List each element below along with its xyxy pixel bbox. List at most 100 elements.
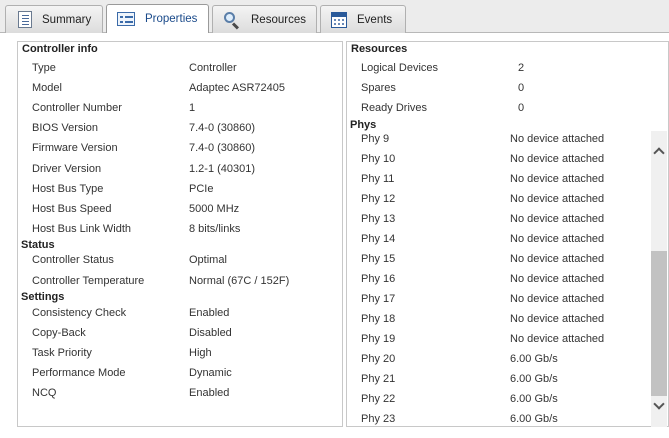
phy-row: Phy 16 No device attached xyxy=(361,269,661,289)
controller-info-value: 8 bits/links xyxy=(189,222,241,235)
phys-scrollbar[interactable] xyxy=(651,131,667,427)
phy-row: Phy 14 No device attached xyxy=(361,229,661,249)
search-icon xyxy=(223,11,241,30)
status-title: Status xyxy=(21,239,58,251)
tab-properties[interactable]: Properties xyxy=(106,4,209,33)
controller-info-value: 1 xyxy=(189,102,196,115)
controller-info-row: Host Bus Speed 5000 MHz xyxy=(32,199,332,219)
controller-info-value: 7.4-0 (30860) xyxy=(189,122,256,135)
phy-value: No device attached xyxy=(510,133,605,145)
status-row: Controller Temperature Normal (67C / 152F… xyxy=(32,271,332,291)
controller-info-value: PCIe xyxy=(189,182,214,195)
settings-key: Performance Mode xyxy=(32,367,126,379)
tab-summary[interactable]: Summary xyxy=(5,5,103,33)
phy-row: Phy 13 No device attached xyxy=(361,209,661,229)
settings-value: Disabled xyxy=(189,327,232,339)
status-key: Controller Temperature xyxy=(32,274,145,287)
phy-value: No device attached xyxy=(510,153,605,165)
phy-row: Phy 18 No device attached xyxy=(361,309,661,329)
phy-key: Phy 21 xyxy=(361,373,396,385)
settings-title: Settings xyxy=(21,291,68,303)
controller-info-row: Driver Version 1.2-1 (40301) xyxy=(32,159,332,179)
phy-key: Phy 14 xyxy=(361,233,396,245)
phy-key: Phy 12 xyxy=(361,193,396,205)
phy-key: Phy 16 xyxy=(361,273,396,285)
phy-key: Phy 19 xyxy=(361,333,396,345)
phy-row: Phy 15 No device attached xyxy=(361,249,661,269)
phy-value: No device attached xyxy=(510,173,605,185)
settings-key: Copy-Back xyxy=(32,327,86,339)
tab-resources[interactable]: Resources xyxy=(212,5,317,33)
controller-info-row: Controller Number 1 xyxy=(32,98,332,118)
scroll-down-button[interactable] xyxy=(651,398,667,415)
settings-value: High xyxy=(189,347,212,359)
phy-key: Phy 22 xyxy=(361,393,396,405)
resources-key: Ready Drives xyxy=(361,102,428,114)
phy-row: Phy 20 6.00 Gb/s xyxy=(361,349,661,369)
resources-row: Spares 0 xyxy=(361,78,661,98)
status-value: Normal (67C / 152F) xyxy=(189,274,290,287)
controller-info-key: Firmware Version xyxy=(32,142,118,155)
scroll-up-button[interactable] xyxy=(651,143,667,159)
controller-info-value: 5000 MHz xyxy=(189,202,240,215)
chevron-down-icon xyxy=(653,398,665,410)
phy-row: Phy 19 No device attached xyxy=(361,329,661,349)
controller-info-value: 7.4-0 (30860) xyxy=(189,142,256,155)
controller-info-key: BIOS Version xyxy=(32,122,99,135)
controller-info-key: Host Bus Speed xyxy=(32,202,112,215)
controller-info-key: Model xyxy=(32,82,62,95)
phy-key: Phy 10 xyxy=(361,153,396,165)
phy-key: Phy 9 xyxy=(361,133,390,145)
phy-row: Phy 10 No device attached xyxy=(361,149,661,169)
controller-info-row: Type Controller xyxy=(32,58,332,78)
controller-info-value: 1.2-1 (40301) xyxy=(189,162,256,175)
settings-key: NCQ xyxy=(32,387,57,399)
calendar-icon xyxy=(331,11,347,28)
settings-row: Task Priority High xyxy=(32,343,332,363)
phy-key: Phy 23 xyxy=(361,413,396,425)
phy-value: No device attached xyxy=(510,293,605,305)
phy-value: No device attached xyxy=(510,213,605,225)
settings-key: Consistency Check xyxy=(32,307,127,319)
status-value: Optimal xyxy=(189,254,227,266)
phy-value: 6.00 Gb/s xyxy=(510,393,558,405)
scroll-thumb[interactable] xyxy=(651,251,667,396)
settings-value: Dynamic xyxy=(189,367,232,379)
phy-key: Phy 18 xyxy=(361,313,396,325)
tab-strip: Summary Properties Resources Events xyxy=(0,0,669,33)
phy-row: Phy 21 6.00 Gb/s xyxy=(361,369,661,389)
controller-info-key: Host Bus Type xyxy=(32,182,104,195)
phy-key: Phy 13 xyxy=(361,213,396,225)
controller-info-key: Controller Number xyxy=(32,102,122,115)
settings-key: Task Priority xyxy=(32,347,92,359)
phy-value: 6.00 Gb/s xyxy=(510,353,558,365)
controller-info-row: Host Bus Link Width 8 bits/links xyxy=(32,219,332,239)
resources-title: Resources xyxy=(351,43,411,55)
phy-value: No device attached xyxy=(510,313,605,325)
phy-row: Phy 22 6.00 Gb/s xyxy=(361,389,661,409)
controller-info-key: Driver Version xyxy=(32,162,102,175)
controller-info-row: Host Bus Type PCIe xyxy=(32,179,332,199)
resources-value: 2 xyxy=(518,62,525,74)
phy-value: 6.00 Gb/s xyxy=(510,413,558,425)
phy-value: No device attached xyxy=(510,253,605,265)
phy-row: Phy 23 6.00 Gb/s xyxy=(361,409,661,429)
controller-info-title: Controller info xyxy=(22,43,101,55)
phy-row: Phy 12 No device attached xyxy=(361,189,661,209)
phy-key: Phy 11 xyxy=(361,173,395,185)
phy-key: Phy 15 xyxy=(361,253,396,265)
controller-info-value: Adaptec ASR72405 xyxy=(189,82,286,95)
phy-key: Phy 17 xyxy=(361,293,396,305)
tab-events[interactable]: Events xyxy=(320,5,406,33)
resources-value: 0 xyxy=(518,102,525,114)
phy-value: No device attached xyxy=(510,333,605,345)
controller-info-value: Controller xyxy=(189,62,237,74)
phy-value: No device attached xyxy=(510,273,605,285)
controller-info-key: Host Bus Link Width xyxy=(32,222,132,235)
controller-info-row: Firmware Version 7.4-0 (30860) xyxy=(32,138,332,158)
phy-value: No device attached xyxy=(510,233,605,245)
controller-info-key: Type xyxy=(32,62,56,74)
phy-value: 6.00 Gb/s xyxy=(510,373,558,385)
phy-row: Phy 17 No device attached xyxy=(361,289,661,309)
properties-icon xyxy=(117,12,135,26)
